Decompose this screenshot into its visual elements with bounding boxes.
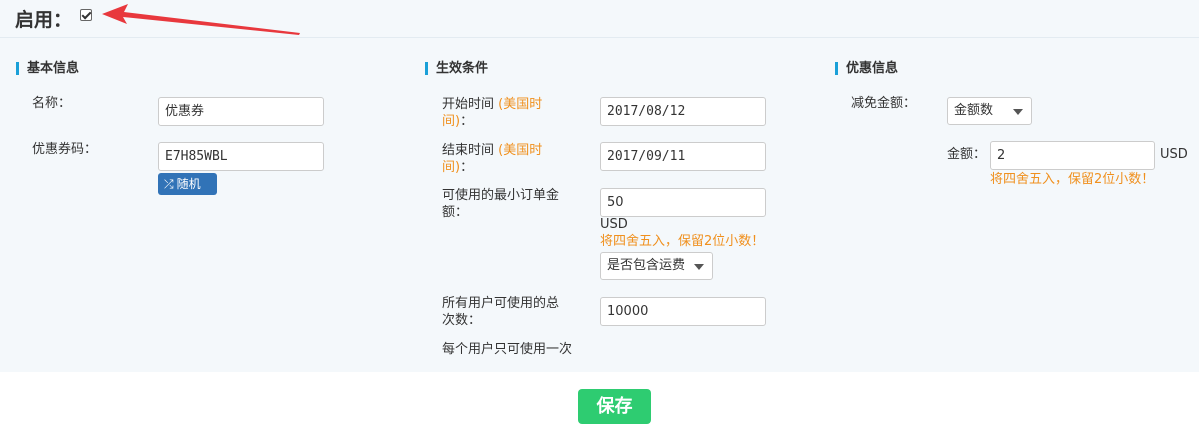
end-time-text: 结束时间 [442, 143, 495, 158]
total-uses-label: 所有用户可使用的总 次数： [442, 295, 582, 329]
total-uses-label-line2: 次数： [442, 313, 482, 328]
chevron-down-icon [1013, 109, 1023, 115]
random-button[interactable]: ⤮ 随机 [158, 173, 217, 195]
total-uses-input[interactable]: 10000 [600, 297, 766, 326]
shipping-select-value: 是否包含运费 [607, 258, 686, 273]
start-time-tz-note-2: 间) [442, 114, 461, 129]
section-title-conditions: 生效条件 [425, 62, 488, 75]
per-user-note: 每个用户只可使用一次 [442, 342, 573, 357]
amount-hint: 将四舍五入，保留2位小数！ [990, 172, 1155, 187]
name-input[interactable]: 优惠券 [158, 97, 324, 126]
min-order-label-line1: 可使用的最小订单金 [442, 188, 560, 203]
shuffle-icon: ⤮ [164, 177, 174, 191]
reduction-type-value: 金额数 [954, 103, 994, 118]
chevron-down-icon [694, 264, 704, 270]
end-time-label: 结束时间 (美国时 间)： [442, 142, 582, 176]
end-date-input[interactable]: 2017/09/11 [600, 142, 766, 171]
start-time-tz-note: (美国时 [498, 97, 543, 112]
min-order-label: 可使用的最小订单金 额： [442, 187, 582, 221]
start-time-text: 开始时间 [442, 97, 495, 112]
amount-input[interactable]: 2 [990, 141, 1155, 170]
end-time-colon: ： [460, 160, 474, 175]
min-order-input[interactable]: 50 [600, 188, 766, 217]
section-title-basic: 基本信息 [16, 62, 79, 75]
enable-label: 启用： [15, 9, 73, 31]
start-time-colon: ： [460, 114, 474, 129]
amount-unit: USD [1160, 147, 1188, 162]
start-date-input[interactable]: 2017/08/12 [600, 97, 766, 126]
coupon-code-input[interactable]: E7H85WBL [158, 142, 324, 171]
reduction-type-select[interactable]: 金额数 [947, 97, 1032, 125]
min-order-label-line2: 额： [442, 205, 469, 220]
reduction-label: 减免金额： [851, 96, 917, 111]
coupon-code-label: 优惠券码： [32, 142, 98, 157]
shipping-select[interactable]: 是否包含运费 [600, 252, 713, 280]
save-button[interactable]: 保存 [578, 389, 651, 424]
arrow-annotation-icon [102, 4, 300, 35]
random-button-label: 随机 [176, 177, 201, 191]
end-time-tz-note: (美国时 [498, 143, 543, 158]
header-bar: 启用： [0, 0, 1199, 38]
enable-checkbox[interactable] [80, 9, 92, 21]
start-time-label: 开始时间 (美国时 间)： [442, 96, 582, 130]
section-title-discount: 优惠信息 [835, 62, 898, 75]
min-order-hint: 将四舍五入，保留2位小数！ [600, 234, 765, 249]
name-label: 名称： [32, 96, 72, 111]
min-order-unit: USD [600, 217, 628, 232]
amount-label: 金额： [947, 147, 987, 162]
total-uses-label-line1: 所有用户可使用的总 [442, 296, 560, 311]
end-time-tz-note-2: 间) [442, 160, 461, 175]
